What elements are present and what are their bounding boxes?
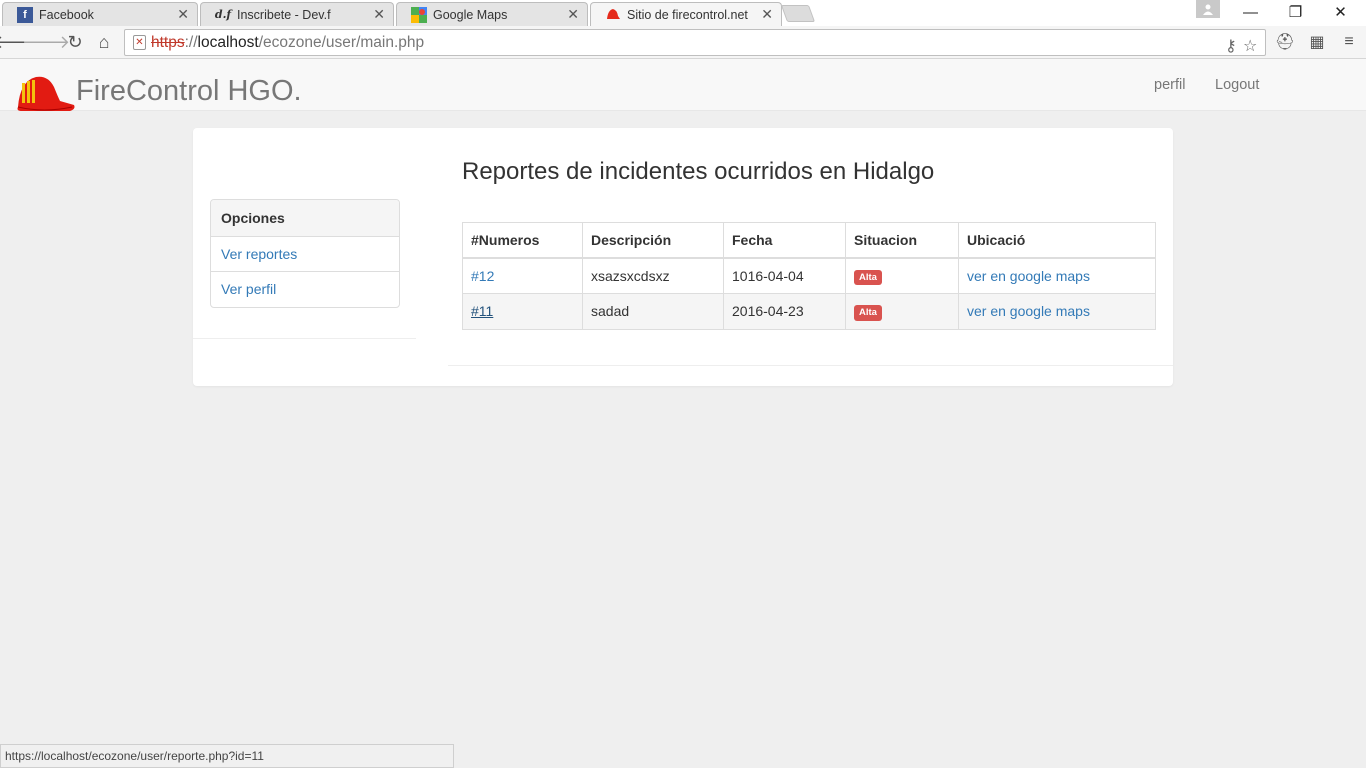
close-tab-icon[interactable]: ✕ (567, 6, 579, 23)
sidebar-item-ver-reportes[interactable]: Ver reportes (211, 237, 399, 272)
keyboard-extension-icon[interactable]: ▦ (1306, 32, 1328, 52)
cell-descripcion: xsazsxcdsxz (582, 257, 724, 294)
column-header: Descripción (582, 222, 724, 259)
address-bar[interactable]: ✕ https://localhost/ecozone/user/main.ph… (124, 29, 1266, 56)
cell-fecha: 2016-04-23 (723, 293, 846, 330)
cell-numero: #12 (462, 257, 583, 294)
table-header-row: #Numeros Descripción Fecha Situacion Ubi… (462, 222, 1156, 259)
tab-label: Google Maps (433, 7, 508, 22)
sidebar-title: Opciones (211, 200, 399, 237)
sidebar-item-ver-perfil[interactable]: Ver perfil (211, 272, 399, 307)
table-row: #11 sadad 2016-04-23 Alta ver en google … (462, 293, 1156, 330)
site-navbar: FireControl HGO. perfil Logout (0, 59, 1366, 111)
cell-ubicacion: ver en google maps (958, 257, 1156, 294)
devf-icon: d.f (214, 8, 232, 21)
home-button[interactable]: ⌂ (92, 30, 116, 54)
column-header: Ubicació (958, 222, 1156, 259)
browser-tab-strip: f Facebook ✕ d.f Inscribete - Dev.f ✕ Go… (0, 0, 1366, 26)
report-number-link[interactable]: #12 (471, 268, 494, 284)
content-panel: Opciones Ver reportes Ver perfil Reporte… (193, 128, 1173, 386)
status-badge: Alta (854, 305, 882, 321)
page-title: Reportes de incidentes ocurridos en Hida… (462, 158, 935, 185)
reload-icon: ↻ (67, 31, 83, 52)
link-status-bar: https://localhost/ecozone/user/reporte.p… (0, 744, 454, 768)
firecontrol-logo[interactable] (14, 73, 75, 113)
tab-facebook[interactable]: f Facebook ✕ (2, 2, 198, 26)
url-separator: :// (184, 34, 198, 51)
close-tab-icon[interactable]: ✕ (761, 6, 773, 23)
tab-firecontrol[interactable]: Sitio de firecontrol.net ✕ (590, 2, 782, 26)
tab-label: Sitio de firecontrol.net (627, 7, 748, 22)
insecure-lock-icon: ✕ (133, 35, 146, 50)
forward-button[interactable]: 🡒 (22, 30, 70, 54)
cell-fecha: 1016-04-04 (723, 257, 846, 294)
home-icon: ⌂ (98, 31, 110, 52)
new-tab-button[interactable] (780, 5, 816, 22)
reload-button[interactable]: ↻ (63, 30, 87, 54)
google-maps-link[interactable]: ver en google maps (967, 268, 1090, 284)
facebook-icon: f (17, 6, 33, 23)
url-path: /ecozone/user/main.php (258, 34, 425, 51)
close-tab-icon[interactable]: ✕ (177, 6, 189, 23)
menu-icon[interactable]: ≡ (1338, 32, 1360, 52)
main-divider (448, 365, 1173, 366)
cell-ubicacion: ver en google maps (958, 293, 1156, 330)
restore-button[interactable]: ❐ (1273, 0, 1318, 24)
tab-label: Inscribete - Dev.f (237, 7, 331, 22)
brand-title[interactable]: FireControl HGO. (76, 75, 302, 108)
tab-label: Facebook (39, 7, 94, 22)
nav-link-perfil[interactable]: perfil (1154, 77, 1185, 93)
google-maps-link[interactable]: ver en google maps (967, 303, 1090, 319)
cell-situacion: Alta (845, 293, 959, 330)
close-tab-icon[interactable]: ✕ (373, 6, 385, 23)
bookmark-star-icon[interactable]: ☆ (1243, 34, 1257, 59)
options-sidebar: Opciones Ver reportes Ver perfil (210, 199, 400, 308)
user-icon (1203, 4, 1213, 15)
close-window-button[interactable]: ✕ (1318, 0, 1363, 24)
extension-icon[interactable]: ⛑ (1274, 32, 1296, 52)
nav-link-logout[interactable]: Logout (1215, 77, 1259, 93)
cell-numero: #11 (462, 293, 583, 330)
fire-helmet-icon (605, 7, 621, 23)
column-header: Fecha (723, 222, 846, 259)
reports-table: #Numeros Descripción Fecha Situacion Ubi… (462, 222, 1156, 330)
status-badge: Alta (854, 269, 882, 285)
column-header: Situacion (845, 222, 959, 259)
tab-google-maps[interactable]: Google Maps ✕ (396, 2, 588, 26)
url-host: localhost (197, 34, 259, 51)
cell-descripcion: sadad (582, 293, 724, 330)
report-number-link[interactable]: #11 (471, 303, 493, 319)
key-icon[interactable]: ⚷ (1225, 34, 1237, 59)
cell-situacion: Alta (845, 257, 959, 294)
table-row: #12 xsazsxcdsxz 1016-04-04 Alta ver en g… (462, 257, 1156, 294)
profile-button[interactable] (1196, 0, 1220, 18)
column-header: #Numeros (462, 222, 583, 259)
google-maps-icon (411, 6, 427, 23)
minimize-button[interactable]: — (1228, 0, 1273, 24)
browser-toolbar: 🡐 🡒 ↻ ⌂ ✕ https://localhost/ecozone/user… (0, 26, 1366, 59)
sidebar-divider (193, 338, 416, 339)
url-scheme: https (151, 34, 185, 51)
tab-devf[interactable]: d.f Inscribete - Dev.f ✕ (200, 2, 394, 26)
